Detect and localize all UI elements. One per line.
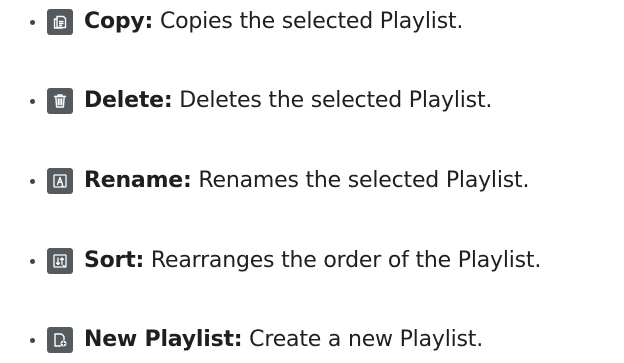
new-playlist-icon bbox=[47, 327, 73, 353]
rename-icon bbox=[47, 168, 73, 194]
list-item-delete: Delete: Deletes the selected Playlist. bbox=[30, 81, 492, 121]
copy-icon bbox=[47, 9, 73, 35]
item-description: Rearranges the order of the Playlist. bbox=[144, 248, 542, 273]
item-text: Sort: Rearranges the order of the Playli… bbox=[84, 241, 541, 281]
item-text: New Playlist: Create a new Playlist. bbox=[84, 320, 483, 360]
item-term: New Playlist: bbox=[84, 327, 243, 352]
sort-icon bbox=[47, 248, 73, 274]
list-item-sort: Sort: Rearranges the order of the Playli… bbox=[30, 241, 541, 281]
list-item-new-playlist: New Playlist: Create a new Playlist. bbox=[30, 320, 483, 360]
item-description: Renames the selected Playlist. bbox=[191, 168, 530, 193]
item-text: Rename: Renames the selected Playlist. bbox=[84, 161, 529, 201]
item-term: Delete: bbox=[84, 88, 173, 113]
list-item-rename: Rename: Renames the selected Playlist. bbox=[30, 161, 529, 201]
item-term: Copy: bbox=[84, 9, 154, 34]
item-description: Create a new Playlist. bbox=[242, 327, 484, 352]
bullet bbox=[30, 258, 35, 264]
item-description: Copies the selected Playlist. bbox=[153, 9, 464, 34]
item-term: Sort: bbox=[84, 248, 145, 273]
bullet bbox=[30, 178, 35, 184]
bullet bbox=[30, 337, 35, 343]
item-description: Deletes the selected Playlist. bbox=[172, 88, 493, 113]
list-item-copy: Copy: Copies the selected Playlist. bbox=[30, 2, 463, 42]
bullet bbox=[30, 19, 35, 25]
bullet bbox=[30, 98, 35, 104]
item-text: Copy: Copies the selected Playlist. bbox=[84, 2, 463, 42]
item-text: Delete: Deletes the selected Playlist. bbox=[84, 81, 492, 121]
item-term: Rename: bbox=[84, 168, 192, 193]
delete-icon bbox=[47, 88, 73, 114]
